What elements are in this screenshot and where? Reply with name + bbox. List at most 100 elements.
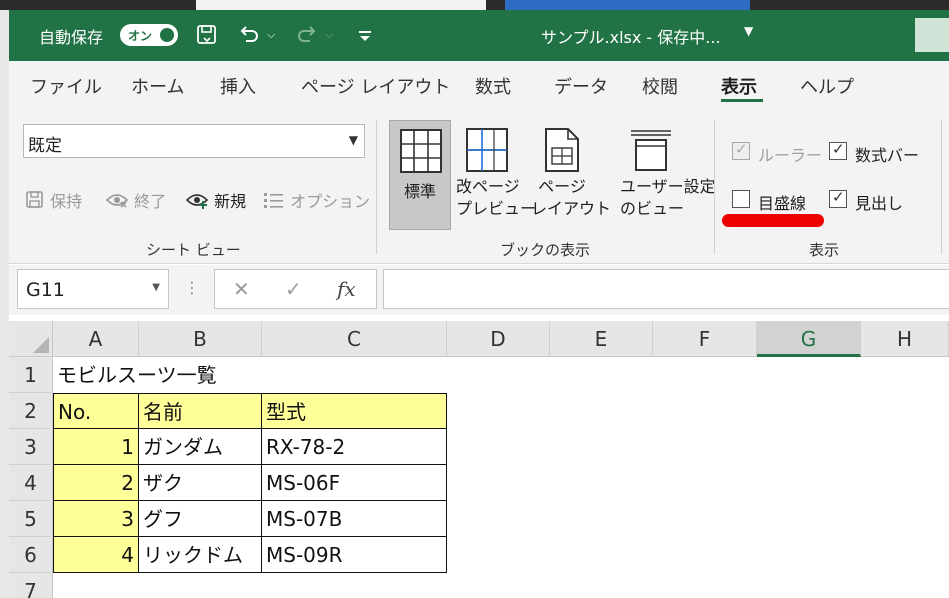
red-underline-annotation: [722, 214, 824, 227]
page-layout-icon: [545, 128, 579, 172]
group-label-show: 表示: [809, 241, 840, 259]
undo-dropdown-icon[interactable]: ⌵: [267, 23, 275, 47]
cell-b6[interactable]: リックドム: [139, 537, 262, 573]
row-header-2[interactable]: 2: [9, 393, 53, 429]
column-header-h[interactable]: H: [861, 321, 949, 357]
tab-file[interactable]: ファイル: [30, 73, 102, 99]
normal-view-button[interactable]: 標準: [389, 120, 451, 230]
title-bar-button[interactable]: [915, 18, 949, 52]
cell-a1[interactable]: モビルスーツ一覧: [53, 357, 221, 393]
cell-c4[interactable]: MS-06F: [262, 465, 447, 501]
formula-bar-checkbox[interactable]: ✓: [829, 140, 847, 160]
column-header-b[interactable]: B: [139, 321, 262, 357]
cell-a4[interactable]: 2: [53, 465, 139, 501]
page-layout-label-2: レイアウト: [531, 199, 612, 218]
eye-close-icon: [105, 194, 129, 208]
keep-label: 保持: [50, 192, 83, 211]
row-header-3[interactable]: 3: [9, 429, 53, 465]
title-bar: 自動保存 オン ⌵ ⌵ サンプル.xlsx - 保存中... ▼: [9, 10, 949, 61]
group-label-workbook-views: ブックの表示: [500, 241, 591, 259]
cell-a2[interactable]: No.: [53, 393, 139, 429]
background-app-tab: [505, 0, 750, 10]
group-separator: [376, 120, 377, 254]
chevron-down-icon: ▼: [152, 282, 160, 293]
redo-icon[interactable]: [295, 23, 319, 47]
cell-b3[interactable]: ガンダム: [139, 429, 262, 465]
column-header-a[interactable]: A: [53, 321, 139, 357]
column-header-g[interactable]: G: [757, 321, 861, 357]
row-header-5[interactable]: 5: [9, 501, 53, 537]
cell-b5[interactable]: グフ: [139, 501, 262, 537]
undo-icon[interactable]: [237, 23, 261, 47]
checkmark-icon: ✓: [832, 188, 845, 206]
save-icon[interactable]: [195, 23, 219, 47]
autosave-label: 自動保存: [39, 28, 104, 47]
sheet-view-keep-button[interactable]: 保持: [25, 188, 82, 212]
title-dropdown-icon[interactable]: ▼: [744, 24, 753, 38]
group-separator: [941, 120, 942, 254]
tab-home[interactable]: ホーム: [131, 73, 184, 99]
tab-formulas[interactable]: 数式: [475, 73, 511, 99]
sheet-view-new-button[interactable]: 新規: [185, 188, 246, 212]
row-header-7[interactable]: 7: [9, 573, 53, 598]
ruler-checkbox[interactable]: ✓: [732, 140, 750, 160]
tab-page-layout[interactable]: ページ レイアウト: [301, 73, 450, 99]
cell-a6[interactable]: 4: [53, 537, 139, 573]
custom-views-label-2: のビュー: [620, 199, 685, 218]
formula-input[interactable]: [383, 269, 949, 309]
select-all-button[interactable]: [9, 321, 53, 357]
exit-label: 終了: [134, 192, 167, 211]
row-header-4[interactable]: 4: [9, 465, 53, 501]
column-header-d[interactable]: D: [447, 321, 550, 357]
sheet-view-exit-button[interactable]: 終了: [105, 188, 166, 212]
tab-insert[interactable]: 挿入: [220, 73, 256, 99]
column-header-f[interactable]: F: [653, 321, 757, 357]
toggle-knob: [160, 28, 174, 42]
ribbon-view: 既定 ▼ 保持 終了 新規 オプション シート ビュー 標準 改ページ プレビュ…: [9, 106, 949, 264]
custom-views-label-1: ユーザー設定: [620, 177, 716, 196]
page-break-preview-button[interactable]: 改ページ プレビュー: [456, 120, 536, 230]
cancel-icon[interactable]: ✕: [233, 277, 250, 301]
column-header-c[interactable]: C: [262, 321, 447, 357]
enter-icon[interactable]: ✓: [285, 277, 302, 301]
tab-view[interactable]: 表示: [721, 73, 757, 99]
cell-a5[interactable]: 3: [53, 501, 139, 537]
cell-b2[interactable]: 名前: [139, 393, 262, 429]
custom-views-icon: [631, 130, 671, 171]
ruler-label: ルーラー: [758, 146, 823, 165]
autosave-toggle[interactable]: オン: [120, 24, 178, 46]
gridlines-checkbox[interactable]: [732, 190, 750, 208]
checkmark-icon: ✓: [735, 140, 748, 158]
row-header-6[interactable]: 6: [9, 537, 53, 573]
normal-view-label: 標準: [403, 182, 436, 201]
sheet-view-select[interactable]: 既定 ▼: [23, 124, 365, 158]
row-header-1[interactable]: 1: [9, 357, 53, 393]
page-layout-view-button[interactable]: ページ レイアウト: [531, 120, 612, 230]
sheet-view-options-button[interactable]: オプション: [263, 188, 370, 212]
formula-bar: G11 ▼ ⋮ ✕ ✓ fx: [9, 265, 949, 315]
cell-b4[interactable]: ザク: [139, 465, 262, 501]
column-header-e[interactable]: E: [550, 321, 653, 357]
tab-data[interactable]: データ: [554, 73, 608, 99]
options-label: オプション: [290, 192, 371, 211]
cell-a3[interactable]: 1: [53, 429, 139, 465]
cell-c5[interactable]: MS-07B: [262, 501, 447, 537]
excel-window: 自動保存 オン ⌵ ⌵ サンプル.xlsx - 保存中... ▼ ファイル ホー…: [9, 10, 949, 598]
headings-checkbox[interactable]: ✓: [829, 188, 847, 208]
cell-c3[interactable]: RX-78-2: [262, 429, 447, 465]
eye-add-icon: [185, 194, 209, 209]
cell-c6[interactable]: MS-09R: [262, 537, 447, 573]
custom-views-button[interactable]: ユーザー設定 のビュー: [620, 120, 716, 230]
tab-review[interactable]: 校閲: [642, 73, 678, 99]
redo-dropdown-icon[interactable]: ⌵: [325, 23, 333, 47]
formula-bar-label: 数式バー: [855, 146, 920, 165]
drag-handle-icon[interactable]: ⋮: [184, 278, 200, 297]
document-title[interactable]: サンプル.xlsx - 保存中...: [541, 24, 721, 48]
customize-toolbar-icon[interactable]: [357, 23, 373, 47]
tab-help[interactable]: ヘルプ: [800, 73, 854, 99]
headings-label: 見出し: [855, 194, 904, 213]
name-box[interactable]: G11 ▼: [17, 269, 169, 309]
background-taskbar: [0, 0, 949, 10]
insert-function-icon[interactable]: fx: [337, 277, 356, 301]
cell-c2[interactable]: 型式: [262, 393, 447, 429]
